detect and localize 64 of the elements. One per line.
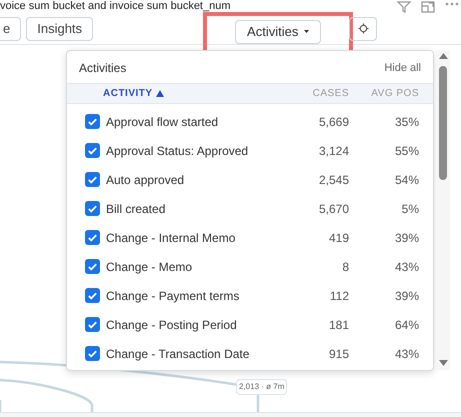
cases-value: 419: [328, 230, 349, 246]
activity-name: Bill created: [106, 200, 166, 218]
settings-button[interactable]: [349, 16, 378, 40]
scrollbar-track[interactable]: [436, 50, 450, 370]
avg-pos-value: 64%: [394, 316, 419, 334]
check-icon: [87, 116, 98, 127]
check-icon: [87, 319, 98, 330]
activity-name: Change - Posting Period: [106, 316, 238, 334]
toolbar-button[interactable]: Insights: [26, 16, 94, 40]
cases-value: 5,669: [318, 114, 349, 130]
check-icon: [87, 232, 98, 243]
avg-pos-value: 43%: [394, 346, 419, 362]
more-icon[interactable]: [445, 1, 459, 7]
checkbox[interactable]: [85, 288, 100, 303]
filter-icon[interactable]: [397, 1, 411, 13]
cases-value: 181: [328, 316, 349, 334]
settings-icon: [358, 23, 369, 34]
check-icon: [87, 261, 98, 272]
checkbox[interactable]: [85, 172, 100, 187]
scroll-up-icon: [438, 53, 448, 59]
checkbox[interactable]: [85, 346, 100, 361]
activity-name: Approval Status: Approved: [106, 142, 250, 160]
hide-all-link[interactable]: Hide all: [384, 60, 421, 76]
check-icon: [87, 290, 98, 301]
activity-name: Change - Payment terms: [106, 288, 240, 304]
chart-title: voice sum bucket and invoice sum bucket_num: [0, 0, 231, 13]
check-icon: [87, 174, 98, 185]
column-header[interactable]: ACTIVITY: [103, 86, 289, 101]
checkbox[interactable]: [85, 114, 100, 129]
avg-pos-value: 54%: [394, 172, 419, 188]
activity-name: Auto approved: [106, 172, 186, 188]
flow-label: 2,013 · ø 7m: [236, 379, 288, 395]
activity-name: Change - Memo: [106, 258, 194, 276]
scrollbar-thumb[interactable]: [439, 66, 447, 180]
cases-value: 915: [328, 346, 349, 362]
cases-value: 5,670: [318, 200, 349, 218]
check-icon: [87, 203, 98, 214]
checkbox[interactable]: [85, 201, 100, 216]
activity-name: Approval flow started: [106, 114, 220, 130]
expand-icon[interactable]: [421, 1, 435, 13]
sort-ascending-icon: [156, 90, 164, 97]
checkbox[interactable]: [85, 143, 100, 158]
avg-pos-value: 43%: [394, 258, 419, 276]
activities-dropdown-button[interactable]: Activities: [235, 20, 322, 44]
checkbox[interactable]: [85, 230, 100, 245]
cases-value: 3,124: [318, 142, 349, 160]
activity-name: Change - Internal Memo: [106, 230, 236, 246]
cases-value: 112: [328, 288, 349, 304]
checkbox[interactable]: [85, 259, 100, 274]
avg-pos-value: 5%: [400, 200, 419, 218]
panel-title: Activities: [79, 60, 126, 77]
avg-pos-value: 55%: [394, 142, 419, 160]
check-icon: [87, 145, 98, 156]
avg-pos-value: 35%: [394, 114, 419, 130]
activity-name: Change - Transaction Date: [106, 346, 250, 362]
avg-pos-value: 39%: [394, 288, 419, 304]
checkbox[interactable]: [85, 317, 100, 332]
check-icon: [87, 348, 98, 359]
cases-value: 2,545: [318, 172, 349, 188]
toolbar-button[interactable]: e: [0, 16, 22, 40]
scroll-down-icon: [438, 360, 448, 366]
cases-value: 8: [341, 258, 349, 276]
caret-icon: [304, 30, 310, 33]
avg-pos-value: 39%: [394, 230, 419, 246]
